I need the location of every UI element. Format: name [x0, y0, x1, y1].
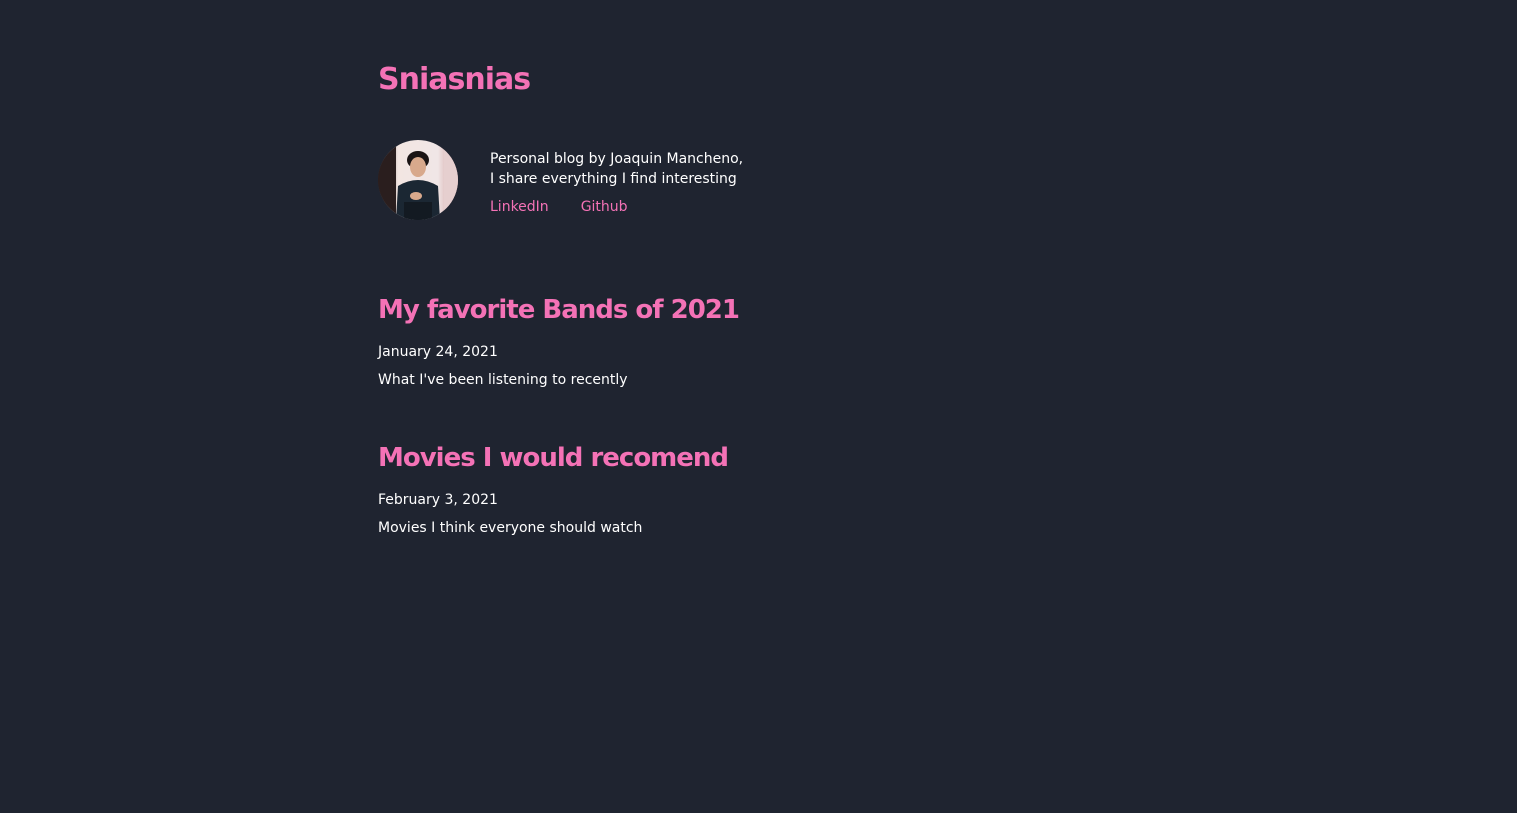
bio-line-2: I share everything I find interesting [490, 171, 737, 187]
post-item: My favorite Bands of 2021 January 24, 20… [378, 292, 740, 390]
author-bio: Personal blog by Joaquin Mancheno, I sha… [378, 140, 770, 220]
blog-page: Sniasnias Personal blog by Joaquin Manch… [0, 0, 1517, 813]
post-date: January 24, 2021 [378, 344, 498, 360]
post-date: February 3, 2021 [378, 492, 498, 508]
post-excerpt: Movies I think everyone should watch [378, 520, 643, 536]
post-excerpt: What I've been listening to recently [378, 372, 628, 388]
avatar [378, 140, 458, 220]
social-links: LinkedIn Github [490, 197, 770, 217]
bio-description: Personal blog by Joaquin Mancheno, I sha… [490, 149, 770, 189]
site-title[interactable]: Sniasnias [378, 58, 531, 102]
post-title-link[interactable]: Movies I would recomend [378, 440, 729, 476]
linkedin-link[interactable]: LinkedIn [490, 197, 549, 217]
post-title-link[interactable]: My favorite Bands of 2021 [378, 292, 740, 328]
post-item: Movies I would recomend February 3, 2021… [378, 440, 729, 538]
bio-text: Personal blog by Joaquin Mancheno, I sha… [490, 149, 770, 217]
bio-line-1: Personal blog by Joaquin Mancheno, [490, 151, 744, 167]
github-link[interactable]: Github [581, 197, 628, 217]
avatar-photo [378, 140, 458, 220]
